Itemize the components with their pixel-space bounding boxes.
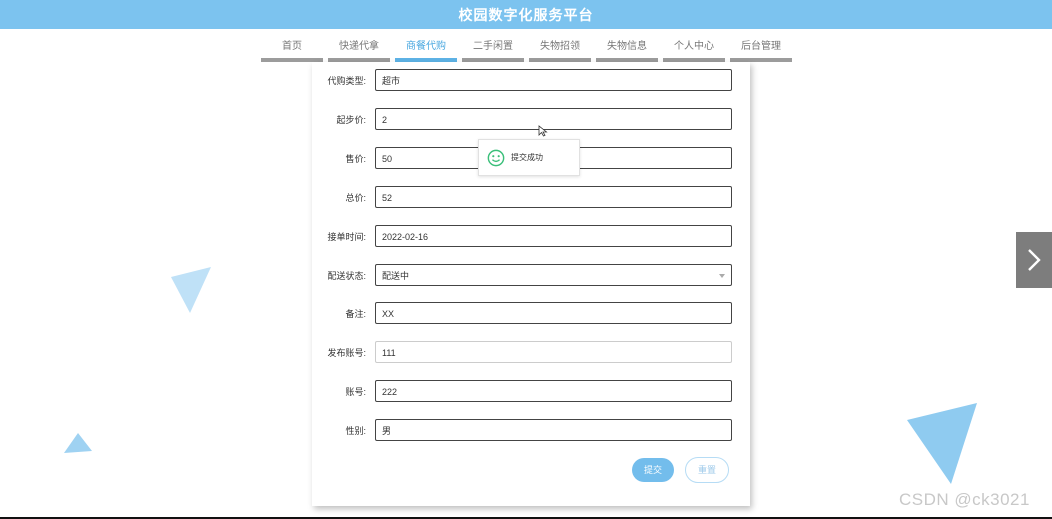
field-label: 账号: xyxy=(345,387,366,397)
order-form-card: 代购类型: 超市 起步价: 2 售价: 50 总价: 52 接单时间: 2022… xyxy=(312,62,750,506)
remarks-field[interactable]: XX xyxy=(375,302,732,324)
delivery-status-value: 配送中 xyxy=(382,271,410,281)
nav-item-lost-info[interactable]: 失物信息 xyxy=(596,38,658,62)
form-row-purchase-type: 代购类型: 超市 xyxy=(312,69,750,93)
form-row-order-time: 接单时间: 2022-02-16 xyxy=(312,225,750,249)
decor-triangle-small xyxy=(64,433,92,453)
order-time-field[interactable]: 2022-02-16 xyxy=(375,225,732,247)
success-toast: 提交成功 xyxy=(478,139,580,176)
caret-down-icon xyxy=(719,274,725,278)
decor-triangle-right xyxy=(907,403,977,484)
nav-item-express-pickup[interactable]: 快递代拿 xyxy=(328,38,390,62)
toast-message: 提交成功 xyxy=(511,153,543,162)
form-row-publisher-account: 发布账号: 111 xyxy=(312,341,750,365)
form-row-delivery-status: 配送状态: 配送中 xyxy=(312,264,750,288)
purchase-type-field[interactable]: 超市 xyxy=(375,69,732,91)
decor-triangle-left xyxy=(171,267,211,313)
form-row-account: 账号: 222 xyxy=(312,380,750,404)
smile-icon xyxy=(487,149,505,166)
reset-button[interactable]: 重置 xyxy=(685,457,729,483)
site-header: 校园数字化服务平台 xyxy=(0,0,1052,29)
mouse-cursor-icon xyxy=(538,125,548,137)
total-price-field[interactable]: 52 xyxy=(375,186,732,208)
starting-price-field[interactable]: 2 xyxy=(375,108,732,130)
form-row-gender: 性别: 男 xyxy=(312,419,750,443)
site-title: 校园数字化服务平台 xyxy=(458,6,594,23)
field-label: 性别: xyxy=(345,426,366,436)
nav-item-meal-purchase[interactable]: 商餐代购 xyxy=(395,38,457,62)
field-label: 代购类型: xyxy=(327,76,366,86)
field-label: 接单时间: xyxy=(327,232,366,242)
page: 校园数字化服务平台 首页 快递代拿 商餐代购 二手闲置 失物招领 失物信息 个人… xyxy=(0,0,1052,519)
gender-field[interactable]: 男 xyxy=(375,419,732,441)
submit-button[interactable]: 提交 xyxy=(632,458,674,482)
watermark: CSDN @ck3021 xyxy=(899,490,1030,509)
field-label: 售价: xyxy=(345,154,366,164)
field-label: 发布账号: xyxy=(327,348,366,358)
form-row-total-price: 总价: 52 xyxy=(312,186,750,210)
nav-item-personal-center[interactable]: 个人中心 xyxy=(663,38,725,62)
main-nav: 首页 快递代拿 商餐代购 二手闲置 失物招领 失物信息 个人中心 后台管理 xyxy=(261,38,797,62)
form-row-remarks: 备注: XX xyxy=(312,302,750,326)
form-row-starting-price: 起步价: 2 xyxy=(312,108,750,132)
nav-item-home[interactable]: 首页 xyxy=(261,38,323,62)
field-label: 总价: xyxy=(345,193,366,203)
nav-item-second-hand[interactable]: 二手闲置 xyxy=(462,38,524,62)
delivery-status-select[interactable]: 配送中 xyxy=(375,264,732,286)
account-field[interactable]: 222 xyxy=(375,380,732,402)
next-slide-button[interactable] xyxy=(1016,232,1052,288)
publisher-account-field[interactable]: 111 xyxy=(375,341,732,363)
chevron-right-icon xyxy=(1028,249,1041,271)
field-label: 配送状态: xyxy=(327,271,366,281)
field-label: 起步价: xyxy=(336,115,366,125)
field-label: 备注: xyxy=(345,309,366,319)
nav-item-admin[interactable]: 后台管理 xyxy=(730,38,792,62)
nav-item-lost-found[interactable]: 失物招领 xyxy=(529,38,591,62)
